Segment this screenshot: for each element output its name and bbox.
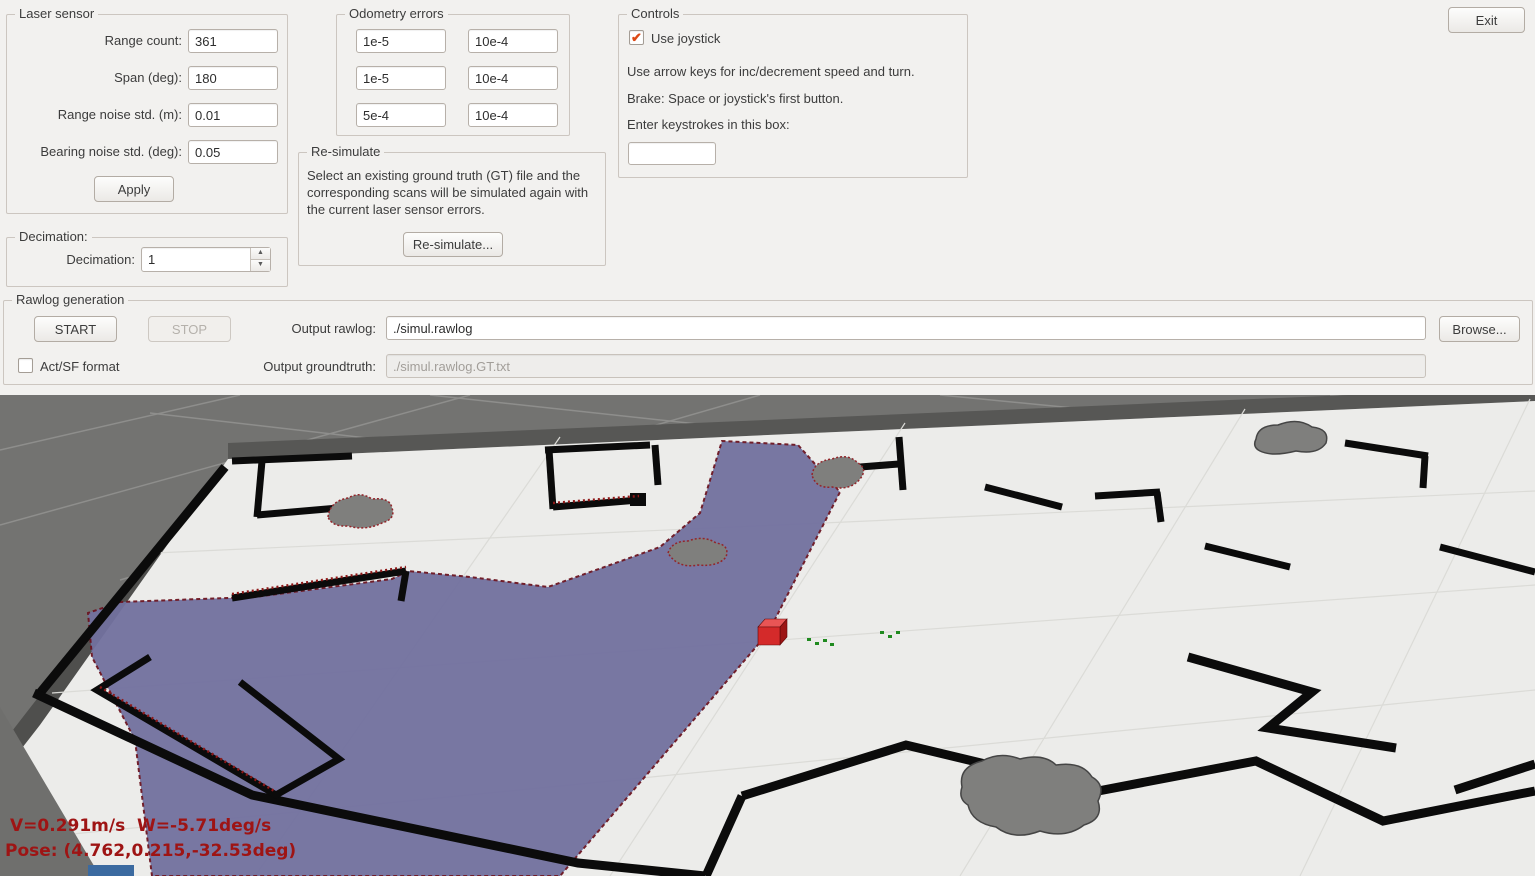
apply-button[interactable]: Apply (94, 176, 174, 202)
simulation-scene (0, 395, 1535, 876)
odometry-errors-group: Odometry errors (336, 14, 570, 136)
controls-line2: Brake: Space or joystick's first button. (627, 91, 843, 107)
rawlog-generation-group: Rawlog generation START STOP Output rawl… (3, 300, 1533, 385)
decimation-spin-buttons: ▲ ▼ (250, 248, 270, 271)
checkmark-icon: ✔ (630, 31, 643, 44)
spin-up-icon[interactable]: ▲ (251, 248, 270, 259)
output-rawlog-input[interactable] (386, 316, 1426, 340)
range-count-input[interactable] (188, 29, 278, 53)
odometry-errors-title: Odometry errors (345, 6, 448, 21)
keystroke-input[interactable] (628, 142, 716, 165)
controls-group: Controls ✔ Use joystick Use arrow keys f… (618, 14, 968, 178)
decimation-group-title: Decimation: (15, 229, 92, 244)
odometry-error-input-r2c1[interactable] (356, 66, 446, 90)
decimation-input[interactable] (142, 248, 248, 271)
odometry-error-input-r1c1[interactable] (356, 29, 446, 53)
output-rawlog-label: Output rawlog: (204, 321, 376, 337)
decimation-label: Decimation: (11, 252, 135, 268)
resimulate-group: Re-simulate Select an existing ground tr… (298, 152, 606, 266)
resimulate-title: Re-simulate (307, 144, 384, 159)
blue-object (88, 865, 134, 876)
exit-button[interactable]: Exit (1448, 7, 1525, 33)
robot-marker (758, 619, 787, 645)
range-count-label: Range count: (11, 33, 182, 49)
spin-down-icon[interactable]: ▼ (251, 259, 270, 271)
rawlog-generation-title: Rawlog generation (12, 292, 128, 307)
controls-line3: Enter keystrokes in this box: (627, 117, 790, 133)
actsf-format-label: Act/SF format (40, 359, 119, 375)
actsf-format-checkbox[interactable] (18, 358, 33, 373)
odometry-error-input-r1c2[interactable] (468, 29, 558, 53)
span-deg-input[interactable] (188, 66, 278, 90)
bearing-noise-label: Bearing noise std. (deg): (11, 144, 182, 160)
controls-title: Controls (627, 6, 683, 21)
use-joystick-label: Use joystick (651, 31, 720, 47)
odometry-error-input-r2c2[interactable] (468, 66, 558, 90)
odometry-error-input-r3c2[interactable] (468, 103, 558, 127)
use-joystick-checkbox[interactable]: ✔ (629, 30, 644, 45)
resimulate-button[interactable]: Re-simulate... (403, 232, 503, 257)
start-button[interactable]: START (34, 316, 117, 342)
hud-pose-text: Pose: (4.762,0.215,-32.53deg) (5, 841, 296, 861)
decimation-stepper[interactable]: ▲ ▼ (141, 247, 271, 272)
range-noise-label: Range noise std. (m): (11, 107, 182, 123)
decimation-group: Decimation: Decimation: ▲ ▼ (6, 237, 288, 287)
obstacle-blob (961, 755, 1101, 835)
output-groundtruth-input (386, 354, 1426, 378)
odometry-error-input-r3c1[interactable] (356, 103, 446, 127)
simulation-3d-viewport[interactable]: V=0.291m/s W=-5.71deg/s Pose: (4.762,0.2… (0, 395, 1535, 876)
hud-velocity-text: V=0.291m/s W=-5.71deg/s (10, 816, 271, 836)
span-deg-label: Span (deg): (11, 70, 182, 86)
laser-sensor-title: Laser sensor (15, 6, 98, 21)
controls-line1: Use arrow keys for inc/decrement speed a… (627, 64, 915, 80)
laser-sensor-group: Laser sensor Range count: Span (deg): Ra… (6, 14, 288, 214)
range-noise-input[interactable] (188, 103, 278, 127)
output-groundtruth-label: Output groundtruth: (204, 359, 376, 375)
bearing-noise-input[interactable] (188, 140, 278, 164)
resimulate-description: Select an existing ground truth (GT) fil… (307, 167, 597, 218)
browse-button[interactable]: Browse... (1439, 316, 1520, 342)
